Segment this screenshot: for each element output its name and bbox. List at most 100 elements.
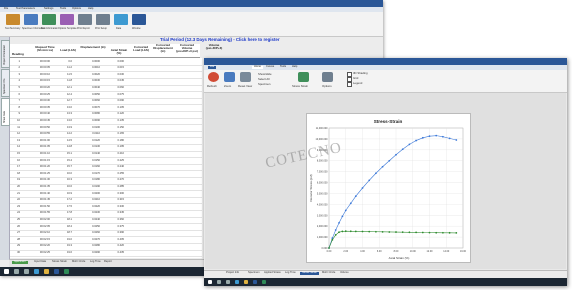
- menu-tab-options[interactable]: Options: [72, 7, 81, 11]
- table-row[interactable]: [10, 84, 202, 86]
- menu-tab-settings[interactable]: Settings: [44, 7, 53, 11]
- table-row[interactable]: [10, 210, 202, 211]
- column-header-axial-strain[interactable]: Axial Strain (%): [110, 49, 128, 55]
- menu-tab-curves[interactable]: Curves: [266, 65, 274, 69]
- menu-tab-file[interactable]: File: [4, 7, 8, 11]
- options-icon[interactable]: [322, 72, 333, 82]
- table-row[interactable]: [10, 64, 202, 66]
- bottom-tab-log-time[interactable]: Log Time: [285, 271, 296, 275]
- reset-view-icon[interactable]: [240, 72, 251, 82]
- table-row[interactable]: [10, 111, 202, 112]
- table-row[interactable]: [10, 249, 202, 251]
- column-header-volume[interactable]: Volume (psi+D/P+3): [202, 44, 226, 50]
- ribbon-label-test-summary: Test Summary: [5, 27, 21, 30]
- start-icon[interactable]: [208, 280, 212, 284]
- table-row[interactable]: [10, 91, 202, 93]
- bottom-tab-log-time[interactable]: Log Time: [90, 260, 101, 264]
- table-row[interactable]: [10, 71, 202, 73]
- folder-icon[interactable]: [244, 280, 248, 284]
- legend-checkbox[interactable]: [347, 82, 352, 87]
- table-cell: 0.0150: [92, 158, 100, 162]
- table-cell: 14: [17, 145, 20, 149]
- stress-strain-icon[interactable]: [298, 72, 309, 82]
- ribbon-label-show-hide[interactable]: Show/Hide: [258, 73, 272, 76]
- table-row[interactable]: [10, 104, 202, 106]
- table-row[interactable]: [10, 256, 202, 258]
- app-icon[interactable]: [64, 269, 69, 274]
- table-row[interactable]: [10, 243, 202, 244]
- menu-tab-file[interactable]: File: [208, 65, 217, 69]
- specimen-info-icon[interactable]: [24, 14, 38, 25]
- print-setup-icon[interactable]: [96, 14, 110, 25]
- edge-icon[interactable]: [235, 280, 239, 284]
- bottom-tab-applied-stress[interactable]: Applied Stress: [264, 271, 281, 275]
- app-icon[interactable]: [262, 280, 266, 284]
- table-row[interactable]: [10, 223, 202, 225]
- menu-tab-home[interactable]: Home: [252, 65, 263, 69]
- table-row[interactable]: [10, 124, 202, 126]
- menu-tab-help[interactable]: Help: [88, 7, 93, 11]
- test-summary-icon[interactable]: [6, 14, 20, 25]
- test-info-icon[interactable]: [42, 14, 56, 25]
- bottom-tab-report[interactable]: Report: [104, 260, 112, 264]
- refresh-icon[interactable]: [208, 72, 219, 82]
- column-header-load[interactable]: Load (LbS): [60, 49, 76, 52]
- table-row[interactable]: [10, 229, 202, 231]
- menu-tab-help[interactable]: Help: [292, 65, 297, 69]
- table-row[interactable]: [10, 117, 202, 119]
- search-icon[interactable]: [217, 280, 221, 284]
- column-header-elapsed-time[interactable]: Elapsed Time (hh:mm:ss): [34, 46, 56, 52]
- column-header-displacement[interactable]: Displacement (in): [80, 46, 106, 49]
- bottom-tab-volume[interactable]: Volume: [340, 271, 349, 275]
- menu-tab-tools[interactable]: Tools: [280, 65, 286, 69]
- table-row[interactable]: [10, 137, 202, 139]
- bottom-tab-stress-strain[interactable]: Stress Strain: [300, 271, 319, 275]
- data-icon[interactable]: [114, 14, 128, 25]
- folder-icon[interactable]: [44, 269, 49, 274]
- table-row[interactable]: [10, 203, 202, 205]
- table-row[interactable]: [10, 236, 202, 238]
- table-row[interactable]: [10, 163, 202, 165]
- ribbon-label-specimen[interactable]: Specimen: [258, 83, 270, 86]
- bottom-tab-mohr-circle[interactable]: Mohr Circle: [322, 271, 335, 275]
- table-row[interactable]: [10, 196, 202, 198]
- window-icon[interactable]: [132, 14, 146, 25]
- options-template-icon[interactable]: [60, 14, 74, 25]
- menu-tab-tools[interactable]: Tools: [60, 7, 66, 11]
- zoom-icon[interactable]: [224, 72, 235, 82]
- search-icon[interactable]: [14, 269, 19, 274]
- table-row[interactable]: [10, 144, 202, 145]
- edge-icon[interactable]: [34, 269, 39, 274]
- column-header-corrected-displacement[interactable]: Corrected Displacement (in): [152, 44, 174, 53]
- table-row[interactable]: [10, 190, 202, 192]
- ribbon-label-select-all[interactable]: Select All: [258, 78, 270, 81]
- bottom-tab-stress-strain[interactable]: Stress Strain: [52, 260, 67, 264]
- start-icon[interactable]: [4, 269, 9, 274]
- table-row[interactable]: [10, 78, 202, 79]
- task-view-icon[interactable]: [24, 269, 29, 274]
- table-row[interactable]: [10, 216, 202, 218]
- table-cell: 13.3: [66, 112, 72, 116]
- bottom-tab-specimen[interactable]: Specimen: [12, 260, 28, 264]
- table-row[interactable]: [10, 157, 202, 159]
- bottom-tab-specimen[interactable]: Specimen: [248, 271, 260, 275]
- print-report-icon[interactable]: [78, 14, 92, 25]
- table-row[interactable]: [10, 170, 202, 172]
- menu-tab-test-parameters[interactable]: Test Parameters: [16, 7, 35, 11]
- table-row[interactable]: [10, 183, 202, 185]
- table-row[interactable]: [10, 150, 202, 152]
- bottom-tab-mohr-circle[interactable]: Mohr Circle: [72, 260, 85, 264]
- table-row[interactable]: [10, 177, 202, 178]
- task-view-icon[interactable]: [226, 280, 230, 284]
- column-header-corrected-load[interactable]: Corrected Load (LbS): [132, 46, 150, 52]
- column-header-reading[interactable]: Reading: [12, 53, 24, 56]
- app-icon[interactable]: [54, 269, 59, 274]
- app-icon[interactable]: [253, 280, 257, 284]
- trial-banner-link[interactable]: Trial Period (12.3 Days Remaining) - Cli…: [160, 37, 280, 42]
- bottom-tab-project-info[interactable]: Project Info: [226, 271, 239, 275]
- vtab-project-information[interactable]: Project Information: [1, 40, 10, 68]
- bottom-tab-input-data[interactable]: Input Data: [34, 260, 46, 264]
- column-header-corrected-volume[interactable]: Corrected Volume (psi+D/P+3 psi): [176, 44, 198, 53]
- table-row[interactable]: [10, 97, 202, 99]
- table-row[interactable]: [10, 130, 202, 132]
